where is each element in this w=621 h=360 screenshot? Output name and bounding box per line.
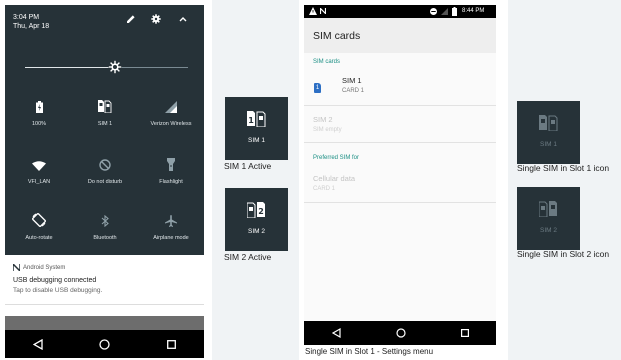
tile-label: SIM 1: [97, 121, 113, 127]
notification-text: Tap to disable USB debugging.: [13, 287, 103, 294]
status-bar: 8:44 PM: [304, 5, 496, 18]
single-sim-slot1-caption: Single SIM in Slot 1 icon: [517, 163, 610, 173]
notification-title: USB debugging connected: [13, 277, 97, 284]
single-sim-slot1-tile: SIM 1: [517, 101, 580, 164]
tile-airplane-mode[interactable]: Airplane mode: [138, 211, 204, 257]
gear-icon[interactable]: [150, 13, 162, 25]
dual-sim-slot1-icon: 1: [225, 111, 288, 127]
sim1-badge-icon: 1: [314, 83, 321, 93]
status-time: 3:04 PM: [13, 14, 40, 21]
sim-tile-label: SIM 1: [248, 137, 265, 144]
sim-tile-label: SIM 1: [540, 141, 557, 148]
background-strip: [212, 0, 299, 360]
home-icon[interactable]: [395, 328, 406, 338]
chevron-up-icon[interactable]: [177, 13, 189, 25]
sim-settings-screen: 8:44 PM SIM cards SIM cards 1 SIM 1 CARD…: [304, 5, 496, 345]
tile-label: Do not disturb: [87, 179, 123, 185]
tile-bluetooth[interactable]: Bluetooth: [72, 211, 138, 257]
android-system-icon: [320, 8, 326, 14]
warning-icon: [309, 7, 317, 15]
navigation-bar: [304, 321, 496, 345]
recents-icon[interactable]: [460, 329, 469, 337]
tile-label: Auto-rotate: [25, 235, 53, 241]
signal-icon: [441, 8, 448, 15]
dimmed-background: [5, 316, 204, 330]
sim1-row[interactable]: 1 SIM 1 CARD 1: [304, 71, 496, 105]
section-header-preferred-sim: Preferred SIM for: [313, 155, 360, 161]
background-strip: [508, 0, 621, 360]
single-sim-slot2-tile: SIM 2: [517, 187, 580, 250]
sim2-active-tile: 2 SIM 2: [225, 188, 288, 251]
notification-app: Android System: [13, 264, 65, 271]
svg-text:2: 2: [258, 207, 264, 216]
cellular-data-label: Cellular data: [313, 174, 356, 183]
tile-flashlight[interactable]: Flashlight: [138, 155, 204, 201]
svg-text:1: 1: [248, 116, 254, 125]
battery-icon: [452, 7, 457, 16]
tile-do-not-disturb[interactable]: Do not disturb: [72, 155, 138, 201]
section-header-sim-cards: SIM cards: [313, 59, 341, 65]
tile-label: Verizon Wireless: [150, 121, 192, 127]
settings-caption: Single SIM in Slot 1 - Settings menu: [305, 347, 434, 356]
single-sim-slot2-caption: Single SIM in Slot 2 icon: [517, 249, 610, 259]
divider: [304, 202, 496, 203]
tile-auto-rotate[interactable]: Auto-rotate: [6, 211, 72, 257]
single-sim-slot2-icon: [517, 201, 580, 217]
do-not-disturb-icon: [430, 8, 437, 15]
tile-label: 100%: [31, 121, 47, 127]
sim1-card: CARD 1: [342, 88, 365, 94]
status-time: 8:44 PM: [462, 8, 485, 14]
tile-cellular[interactable]: Verizon Wireless: [138, 97, 204, 143]
auto-rotate-icon: [6, 211, 72, 227]
sim2-name: SIM 2: [313, 115, 333, 124]
quick-settings-panel: 3:04 PM Thu, Apr 18 100% SIM 1 Verizon W…: [5, 5, 204, 255]
sim1-active-tile: 1 SIM 1: [225, 97, 288, 160]
bluetooth-icon: [72, 211, 138, 227]
app-bar: SIM cards: [304, 18, 496, 53]
sim2-active-caption: SIM 2 Active: [224, 252, 272, 262]
notification-app-name: Android System: [23, 264, 66, 271]
status-date: Thu, Apr 18: [13, 23, 50, 30]
sim2-row: SIM 2 SIM empty: [304, 106, 496, 142]
sim1-name: SIM 1: [342, 76, 362, 85]
single-sim-slot1-icon: [517, 115, 580, 131]
usb-debugging-notification[interactable]: Android System USB debugging connected T…: [5, 255, 204, 305]
cellular-data-sim: CARD 1: [313, 186, 336, 192]
airplane-icon: [138, 211, 204, 227]
brightness-level: [25, 67, 115, 68]
navigation-bar: [5, 330, 204, 358]
sim-tile-label: SIM 2: [540, 227, 557, 234]
do-not-disturb-icon: [72, 155, 138, 171]
sim1-active-caption: SIM 1 Active: [224, 161, 272, 171]
tile-battery[interactable]: 100%: [6, 97, 72, 143]
battery-icon: [6, 97, 72, 113]
tile-label: Bluetooth: [93, 235, 117, 241]
pencil-icon[interactable]: [125, 13, 137, 25]
cellular-data-row: Cellular data CARD 1: [304, 167, 496, 201]
wifi-icon: [6, 155, 72, 171]
divider: [304, 142, 496, 143]
back-icon[interactable]: [331, 328, 341, 338]
home-icon[interactable]: [99, 338, 111, 350]
tile-sim[interactable]: SIM 1: [72, 97, 138, 143]
sim2-status: SIM empty: [313, 127, 342, 133]
back-icon[interactable]: [33, 338, 43, 350]
tile-label: Flashlight: [159, 179, 183, 185]
dual-sim-slot2-icon: 2: [225, 202, 288, 218]
recents-icon[interactable]: [166, 339, 176, 349]
dual-sim-icon: [72, 97, 138, 113]
signal-icon: [138, 97, 204, 113]
tile-label: Airplane mode: [153, 235, 189, 241]
tile-wifi[interactable]: VFI_LAN: [6, 155, 72, 201]
brightness-thumb-icon[interactable]: [108, 60, 122, 74]
brightness-slider[interactable]: [25, 60, 188, 74]
page-title: SIM cards: [313, 30, 361, 42]
flashlight-icon: [138, 155, 204, 171]
android-system-icon: [13, 264, 20, 271]
sim-tile-label: SIM 2: [248, 228, 265, 235]
tile-label: VFI_LAN: [27, 179, 51, 185]
